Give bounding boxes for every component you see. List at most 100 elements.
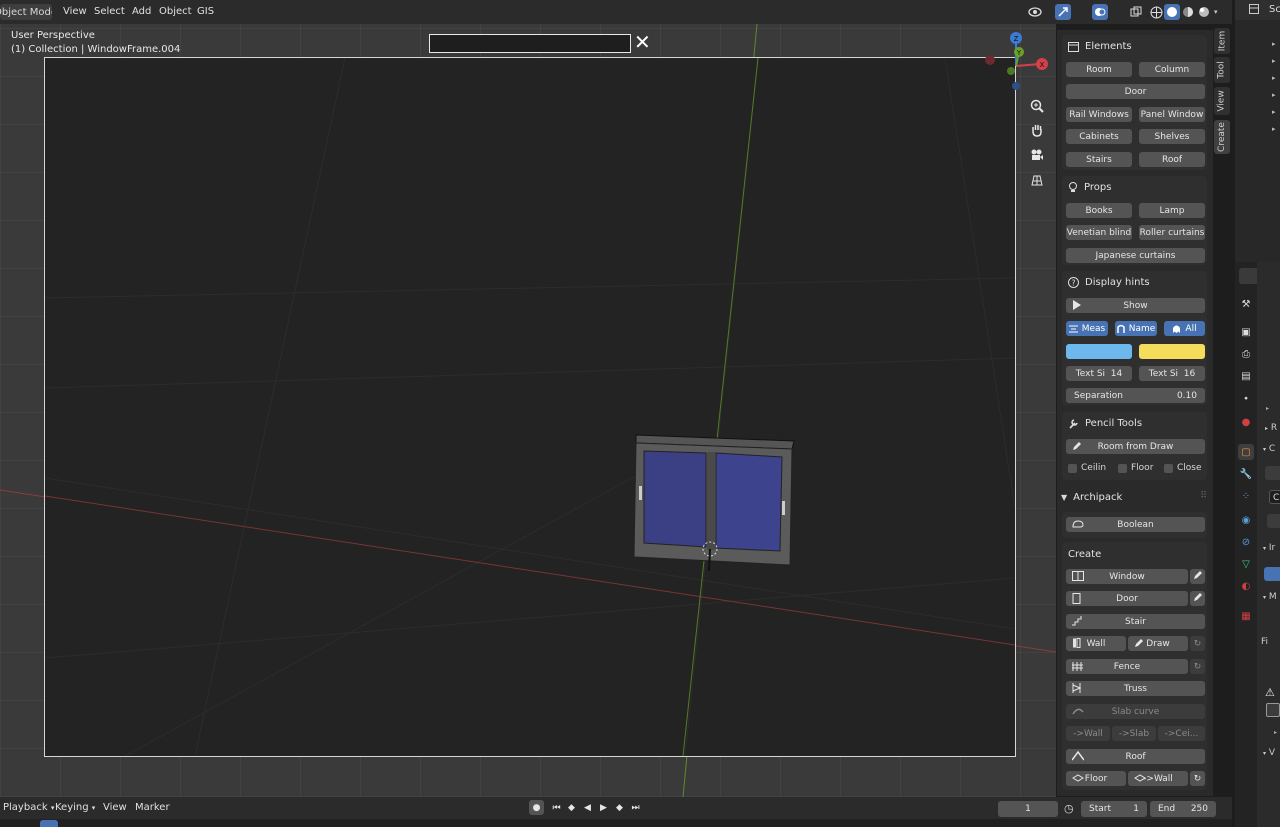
room-button[interactable]: Room xyxy=(1066,62,1132,77)
slab-curve-button[interactable]: Slab curve xyxy=(1066,704,1205,719)
world-properties-icon[interactable]: ● xyxy=(1238,414,1254,430)
window-frame-object[interactable] xyxy=(630,431,800,571)
floor-refresh-button[interactable]: ↻ xyxy=(1190,771,1205,786)
tab-view[interactable]: View xyxy=(1214,87,1230,115)
toggle-measure[interactable]: Meas xyxy=(1066,321,1108,336)
truss-button[interactable]: Truss xyxy=(1066,681,1205,696)
camera-view-icon[interactable] xyxy=(1026,144,1048,166)
zoom-icon[interactable] xyxy=(1026,95,1048,117)
view-layer-icon[interactable]: ▤ xyxy=(1238,368,1254,384)
mesh-data-icon[interactable]: ▽ xyxy=(1238,556,1254,572)
view-object-types-icon[interactable] xyxy=(1027,4,1043,20)
section-r-label[interactable]: ▸ R xyxy=(1265,423,1277,433)
timeline-ruler[interactable] xyxy=(0,819,1232,827)
archipack-floor-button[interactable]: Floor xyxy=(1066,771,1126,786)
cabinets-button[interactable]: Cabinets xyxy=(1066,129,1132,144)
section-ir-label[interactable]: ▾ Ir xyxy=(1263,543,1275,553)
solid-shading-icon[interactable] xyxy=(1164,4,1180,20)
section-m-label[interactable]: ▾ M xyxy=(1263,592,1277,602)
japanese-curtains-button[interactable]: Japanese curtains xyxy=(1066,248,1205,263)
toggle-name[interactable]: Name xyxy=(1115,321,1157,336)
material-shading-icon[interactable] xyxy=(1180,4,1196,20)
close-icon[interactable]: ✕ xyxy=(634,30,651,54)
menu-object[interactable]: Object xyxy=(154,4,197,20)
fence-button[interactable]: Fence xyxy=(1066,659,1188,674)
scene-properties-icon[interactable]: ⬩ xyxy=(1238,390,1254,406)
shelves-button[interactable]: Shelves xyxy=(1139,129,1205,144)
close-checkbox[interactable]: Close xyxy=(1164,463,1202,473)
books-button[interactable]: Books xyxy=(1066,203,1132,218)
rendered-shading-icon[interactable] xyxy=(1196,4,1212,20)
archipack-door-button[interactable]: Door xyxy=(1066,591,1188,606)
navigation-gizmo[interactable]: Z X Y xyxy=(978,30,1052,96)
door-button[interactable]: Door xyxy=(1066,84,1205,99)
panel-window-button[interactable]: Panel Window xyxy=(1139,107,1205,122)
object-properties-icon[interactable]: ▢ xyxy=(1238,444,1254,460)
window-draw-button[interactable] xyxy=(1190,569,1205,584)
wireframe-shading-icon[interactable] xyxy=(1148,4,1164,20)
wall-refresh-button[interactable]: ↻ xyxy=(1190,636,1205,651)
floor-to-wall-button[interactable]: ->Wall xyxy=(1128,771,1188,786)
door-draw-button[interactable] xyxy=(1190,591,1205,606)
venetian-blind-button[interactable]: Venetian blind xyxy=(1066,225,1132,240)
outliner[interactable]: Sc ▸ ▸ ▸ ▸ ▸ ▸ xyxy=(1235,0,1280,262)
record-button[interactable]: ● xyxy=(529,800,544,815)
fence-refresh-button[interactable]: ↻ xyxy=(1190,659,1205,674)
wall-draw-button[interactable]: Draw xyxy=(1128,636,1188,651)
play-reverse-button[interactable]: ◀ xyxy=(580,800,595,815)
outliner-expand-arrows[interactable]: ▸ ▸ ▸ ▸ ▸ ▸ xyxy=(1272,36,1276,138)
playhead[interactable] xyxy=(40,820,58,827)
boolean-button[interactable]: Boolean xyxy=(1066,517,1205,532)
particles-icon[interactable]: ⁘ xyxy=(1238,488,1254,504)
chevron-down-icon[interactable]: ▾ xyxy=(1214,8,1218,16)
mode-select[interactable]: Object Mode ▾ xyxy=(0,4,52,20)
render-properties-icon[interactable]: ▣ xyxy=(1238,324,1254,340)
window-button[interactable]: Window xyxy=(1066,569,1188,584)
menu-add[interactable]: Add xyxy=(127,4,156,20)
chevron-right-icon[interactable]: ▸ xyxy=(1266,405,1269,412)
roof-button[interactable]: Roof xyxy=(1139,152,1205,167)
section-v-label[interactable]: ▾ V xyxy=(1263,748,1275,758)
archipack-panel-header[interactable]: ▼ Archipack ⠿ xyxy=(1057,488,1213,506)
roller-curtains-button[interactable]: Roller curtains xyxy=(1139,225,1205,240)
play-button[interactable]: ▶ xyxy=(596,800,611,815)
column-button[interactable]: Column xyxy=(1139,62,1205,77)
start-frame-field[interactable]: Start 1 xyxy=(1081,801,1147,817)
output-properties-icon[interactable]: ⎙ xyxy=(1238,346,1254,362)
orthographic-grid-icon[interactable] xyxy=(1026,169,1048,191)
xray-icon[interactable] xyxy=(1128,4,1144,20)
material-icon[interactable]: ◐ xyxy=(1238,578,1254,594)
menu-playback[interactable]: Playback ▾ xyxy=(0,799,57,817)
pan-hand-icon[interactable] xyxy=(1026,119,1048,141)
menu-timeline-view[interactable]: View xyxy=(100,799,130,817)
stopwatch-icon[interactable]: ◷ xyxy=(1064,802,1074,815)
next-keyframe-button[interactable]: ◆ xyxy=(612,800,627,815)
text-color-swatch-2[interactable] xyxy=(1139,344,1205,359)
text-size-field-1[interactable]: Text Si 14 xyxy=(1066,366,1132,381)
archipack-roof-button[interactable]: Roof xyxy=(1066,749,1205,764)
search-input[interactable] xyxy=(429,34,631,53)
show-hints-button[interactable]: Show xyxy=(1066,298,1205,313)
lamp-button[interactable]: Lamp xyxy=(1139,203,1205,218)
3d-viewport[interactable]: User Perspective (1) Collection | Window… xyxy=(0,24,1056,797)
curve-to-slab-button[interactable]: ->Slab xyxy=(1112,726,1156,741)
drag-handle-icon[interactable]: ⠿ xyxy=(1200,491,1207,501)
text-size-field-2[interactable]: Text Si 16 xyxy=(1139,366,1205,381)
ceiling-checkbox[interactable]: Ceilin xyxy=(1068,463,1106,473)
tab-tool[interactable]: Tool xyxy=(1214,57,1230,83)
curve-to-wall-button[interactable]: ->Wall xyxy=(1066,726,1110,741)
property-name-field[interactable]: C xyxy=(1269,490,1280,504)
physics-icon[interactable]: ◉ xyxy=(1238,512,1254,528)
curve-to-ceiling-button[interactable]: ->Cei... xyxy=(1158,726,1205,741)
wall-button[interactable]: Wall xyxy=(1066,636,1126,651)
text-color-swatch-1[interactable] xyxy=(1066,344,1132,359)
menu-gis[interactable]: GIS xyxy=(192,4,219,20)
properties-body[interactable]: ▸ ▸ R ▾ C C ▾ Ir ▾ M Fi ⚠ ▸ ▾ V xyxy=(1257,262,1280,827)
constraints-icon[interactable]: ⊘ xyxy=(1238,534,1254,550)
tab-item[interactable]: Item xyxy=(1214,28,1230,54)
stair-button[interactable]: Stair xyxy=(1066,614,1205,629)
property-field[interactable] xyxy=(1265,466,1280,480)
menu-keying[interactable]: Keying ▾ xyxy=(52,799,98,817)
texture-icon[interactable]: ▦ xyxy=(1238,608,1254,624)
selected-instance-button[interactable] xyxy=(1264,567,1280,581)
